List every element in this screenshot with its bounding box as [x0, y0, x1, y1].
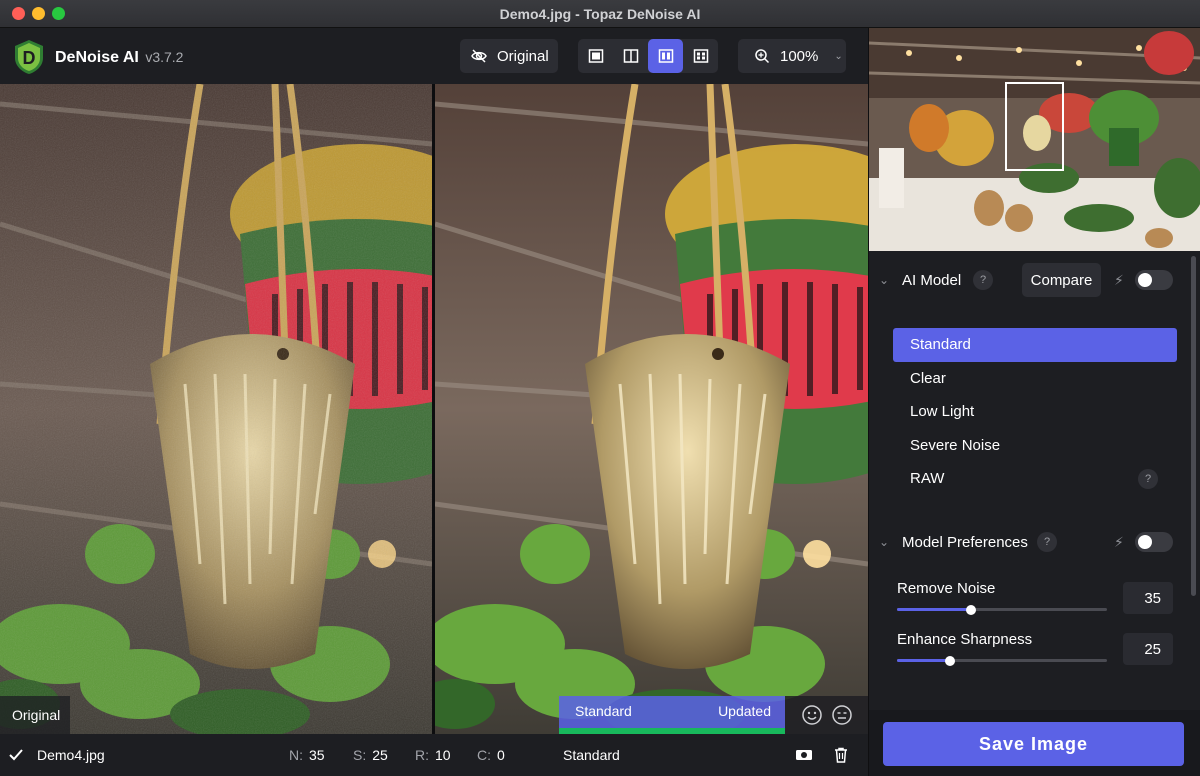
updated-photo [435, 84, 868, 734]
model-option-label: RAW [910, 470, 945, 488]
grid-view-button[interactable] [683, 39, 718, 73]
updated-label: Standard Updated [559, 696, 785, 734]
chevron-down-icon[interactable]: ⌄ [879, 273, 889, 287]
updated-preview-pane[interactable] [435, 84, 868, 734]
status-model: Standard [563, 747, 620, 763]
mask-icon[interactable] [795, 748, 813, 762]
color-key: C: [477, 747, 491, 763]
help-icon[interactable]: ? [973, 270, 993, 290]
toggle-knob [1138, 535, 1152, 549]
app-version: v3.7.2 [145, 49, 184, 65]
app-name-text: DeNoise AI [55, 49, 139, 66]
lightning-icon: ⚡︎ [1114, 533, 1124, 550]
chevron-down-icon[interactable]: ⌄ [879, 535, 889, 549]
side-by-side-view-icon [658, 49, 673, 63]
lightning-icon: ⚡︎ [1114, 271, 1124, 288]
model-option-label: Severe Noise [910, 436, 1001, 454]
original-preview-pane[interactable]: Original [0, 84, 432, 734]
feedback-group [785, 696, 868, 734]
navigator-thumbnail[interactable] [869, 28, 1200, 251]
save-area: Save Image [869, 710, 1200, 776]
grid-view-icon [693, 49, 708, 63]
remove-noise-control: Remove Noise 35 [897, 580, 1187, 630]
slider-fill [897, 659, 950, 662]
split-view-button[interactable] [613, 39, 648, 73]
ai-model-header[interactable]: ⌄ AI Model ? Compare ⚡︎ [869, 260, 1200, 300]
enhance-sharpness-value-input[interactable]: 25 [1123, 633, 1173, 665]
recover-value: 10 [435, 747, 451, 763]
noise-value: 35 [309, 747, 325, 763]
window-title: Demo4.jpg - Topaz DeNoise AI [499, 6, 701, 22]
recover-key: R: [415, 747, 429, 763]
model-option-low-light[interactable]: Low Light [893, 395, 1177, 429]
recover-setting: R: 10 [415, 747, 451, 763]
slider-thumb[interactable] [945, 655, 955, 666]
model-option-label: Low Light [910, 403, 975, 421]
save-image-button[interactable]: Save Image [883, 722, 1184, 766]
help-icon[interactable]: ? [1138, 469, 1158, 489]
toolbar: D DeNoise AI v3.7.2 Original 100% ⌄ [0, 28, 868, 84]
app-name: DeNoise AI v3.7.2 [55, 49, 183, 67]
color-setting: C: 0 [477, 747, 505, 763]
color-value: 0 [497, 747, 505, 763]
zoom-dropdown[interactable]: 100% ⌄ [738, 39, 846, 73]
neutral-face-icon[interactable] [831, 704, 853, 726]
enhance-sharpness-label: Enhance Sharpness [897, 631, 1033, 648]
model-option-standard[interactable]: Standard [893, 328, 1177, 362]
title-bar: Demo4.jpg - Topaz DeNoise AI [0, 0, 1200, 28]
updated-status: Updated [718, 703, 771, 719]
noise-key: N: [289, 747, 303, 763]
model-option-clear[interactable]: Clear [893, 362, 1177, 396]
updated-model-name: Standard [575, 703, 632, 719]
original-photo [0, 84, 432, 734]
zoom-in-icon [755, 49, 770, 64]
panel-scrollbar[interactable] [1191, 256, 1196, 596]
trash-icon[interactable] [834, 747, 848, 763]
auto-preferences-toggle[interactable] [1135, 532, 1173, 552]
side-by-side-view-button[interactable] [648, 39, 683, 73]
ai-model-title: AI Model [902, 271, 962, 289]
remove-noise-value-input[interactable]: 35 [1123, 582, 1173, 614]
zoom-value: 100% [780, 47, 819, 65]
model-preferences-title: Model Preferences [902, 533, 1028, 551]
sharpness-setting: S: 25 [353, 747, 388, 763]
show-original-label: Original [497, 47, 549, 65]
enhance-sharpness-slider[interactable] [897, 655, 1107, 666]
toggle-knob [1138, 273, 1152, 287]
svg-text:D: D [23, 48, 36, 68]
auto-model-toggle[interactable] [1135, 270, 1173, 290]
sharpness-key: S: [353, 747, 367, 763]
sharpness-value: 25 [372, 747, 388, 763]
chevron-down-icon: ⌄ [834, 50, 843, 62]
single-view-icon [588, 49, 603, 63]
enhance-sharpness-control: Enhance Sharpness 25 [897, 631, 1187, 681]
model-option-label: Clear [910, 369, 946, 387]
show-original-button[interactable]: Original [460, 39, 558, 73]
compare-button[interactable]: Compare [1022, 263, 1101, 297]
help-icon[interactable]: ? [1037, 532, 1057, 552]
navigator-viewport[interactable] [1005, 82, 1064, 171]
smile-icon[interactable] [801, 704, 823, 726]
single-view-button[interactable] [578, 39, 613, 73]
status-bar: Demo4.jpg N: 35 S: 25 R: 10 C: 0 Standard [0, 734, 868, 776]
model-option-raw[interactable]: RAW ? [893, 462, 1177, 496]
noise-setting: N: 35 [289, 747, 325, 763]
settings-panel: ⌄ AI Model ? Compare ⚡︎ Standard Clear L… [868, 28, 1200, 776]
remove-noise-label: Remove Noise [897, 580, 996, 597]
model-list: Standard Clear Low Light Severe Noise RA… [893, 328, 1177, 496]
model-option-severe-noise[interactable]: Severe Noise [893, 429, 1177, 463]
split-view-icon [623, 49, 638, 63]
slider-fill [897, 608, 971, 611]
slider-thumb[interactable] [966, 604, 976, 615]
original-label: Original [0, 696, 70, 734]
view-mode-group [578, 39, 718, 73]
eye-off-icon [471, 49, 487, 63]
image-viewer[interactable]: Original Standard Updated [0, 84, 868, 734]
remove-noise-slider[interactable] [897, 604, 1107, 615]
checkmark-icon[interactable] [9, 749, 23, 761]
file-name[interactable]: Demo4.jpg [37, 747, 105, 763]
model-option-label: Standard [910, 336, 971, 354]
model-preferences-header[interactable]: ⌄ Model Preferences ? ⚡︎ [869, 522, 1200, 562]
app-logo: D [15, 40, 43, 74]
